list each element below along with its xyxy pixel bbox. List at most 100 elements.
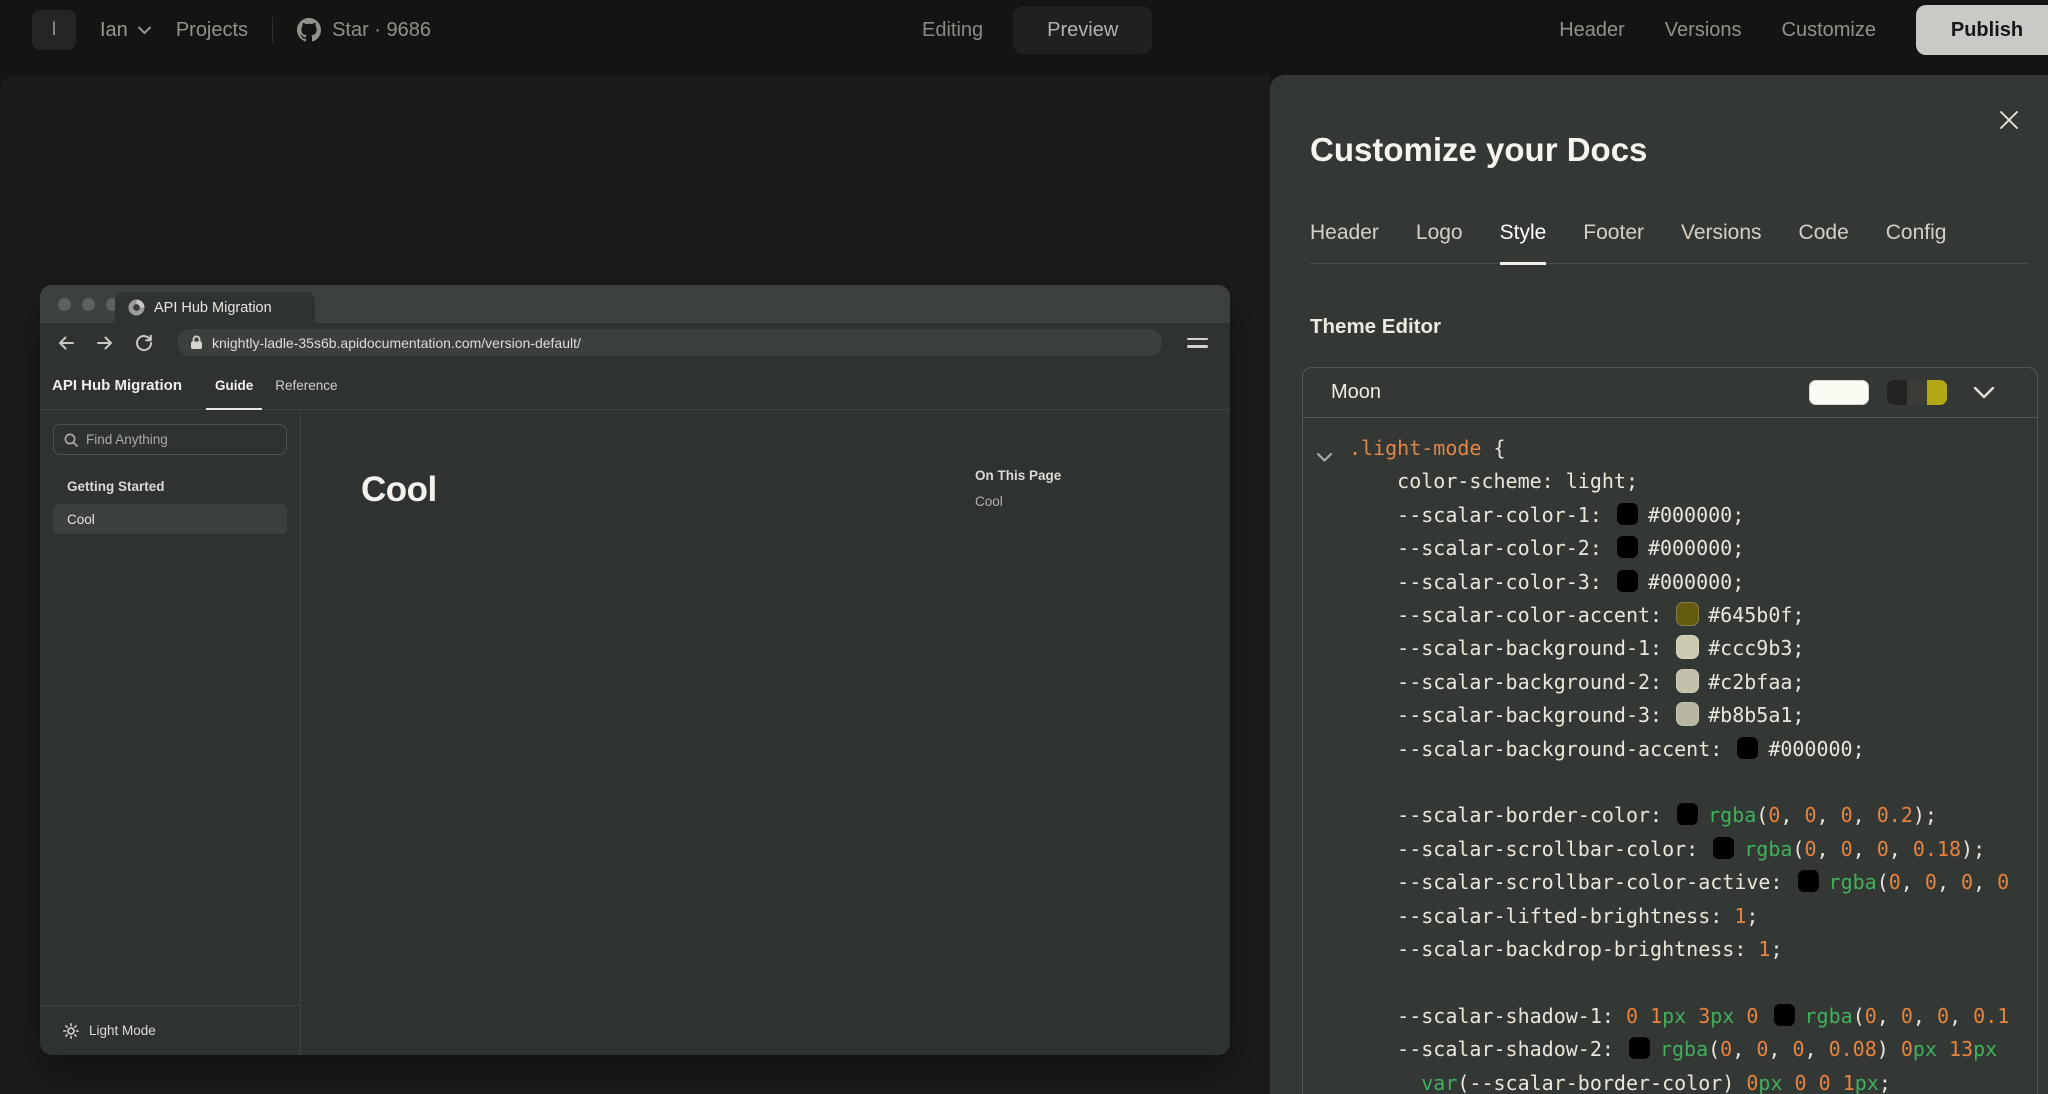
code-token: 0 (1746, 1004, 1758, 1028)
panel-tab-code[interactable]: Code (1799, 221, 1849, 263)
code-token: , (1949, 1004, 1973, 1028)
code-line: --scalar-lifted-brightness: 1; (1349, 900, 2037, 933)
code-token: var (1421, 1071, 1457, 1094)
code-token: rgba (1744, 837, 1792, 861)
nav-versions[interactable]: Versions (1665, 19, 1742, 42)
color-swatch[interactable] (1628, 1036, 1651, 1060)
close-button[interactable] (1994, 105, 2024, 135)
code-line (1349, 966, 2037, 999)
tab-preview[interactable]: Preview (1013, 6, 1152, 54)
theme-select-value: Moon (1331, 381, 1809, 404)
panel-tab-footer[interactable]: Footer (1583, 221, 1644, 263)
docs-sidebar-section: Getting Started (67, 479, 287, 494)
code-token: 0 (1626, 1004, 1638, 1028)
publish-button[interactable]: Publish (1916, 5, 2048, 55)
dark-theme-swatch (1887, 380, 1947, 405)
url-text: knightly-ladle-35s6b.apidocumentation.co… (212, 335, 581, 351)
color-swatch[interactable] (1676, 602, 1699, 626)
code-token: { (1481, 436, 1505, 460)
customize-panel: Customize your Docs HeaderLogoStyleFoote… (1270, 75, 2048, 1094)
code-token: 0 (1841, 803, 1853, 827)
docs-search-input[interactable]: Find Anything (53, 424, 287, 455)
color-swatch[interactable] (1676, 635, 1699, 659)
color-swatch[interactable] (1676, 802, 1699, 826)
code-token: #ccc9b3; (1708, 636, 1804, 660)
light-theme-swatch (1809, 380, 1869, 405)
docs-nav: GuideReference (204, 362, 349, 409)
code-token (1831, 1071, 1843, 1094)
color-swatch[interactable] (1676, 702, 1699, 726)
color-swatch[interactable] (1676, 669, 1699, 693)
code-token: ) (1877, 1037, 1901, 1061)
code-token (1686, 1004, 1698, 1028)
code-token: (--scalar-border-color) (1457, 1071, 1746, 1094)
code-token: 0.18 (1913, 837, 1961, 861)
toc-item[interactable]: Cool (975, 494, 1061, 509)
code-token: ( (1853, 1004, 1865, 1028)
theme-select[interactable]: Moon (1303, 368, 2037, 418)
code-token: #000000; (1768, 737, 1864, 761)
code-token: 0 (1792, 1037, 1804, 1061)
panel-tab-versions[interactable]: Versions (1681, 221, 1762, 263)
code-token: .light-mode (1349, 436, 1481, 460)
code-line: --scalar-background-1: #ccc9b3; (1349, 632, 2037, 665)
code-token (1783, 1071, 1795, 1094)
docs-sidebar-item[interactable]: Cool (53, 504, 287, 534)
color-swatch[interactable] (1616, 502, 1639, 526)
tab-editing[interactable]: Editing (904, 19, 1001, 42)
avatar[interactable]: I (32, 10, 76, 50)
code-token: , (1901, 870, 1925, 894)
docs-nav-reference[interactable]: Reference (264, 362, 348, 409)
code-token: 1 (1734, 904, 1746, 928)
code-token: 0 (1997, 870, 2009, 894)
code-token (1734, 1004, 1746, 1028)
code-token: , (1780, 803, 1804, 827)
code-token: --scalar-border-color: (1349, 803, 1674, 827)
code-token: rgba (1708, 803, 1756, 827)
docs-nav-guide[interactable]: Guide (204, 362, 264, 409)
code-token: 0.1 (1973, 1004, 2009, 1028)
panel-tab-logo[interactable]: Logo (1416, 221, 1463, 263)
code-token: 0 (1877, 837, 1889, 861)
code-token: 1 (1843, 1071, 1855, 1094)
color-swatch[interactable] (1616, 569, 1639, 593)
color-swatch[interactable] (1797, 869, 1820, 893)
code-token: 0 (1937, 1004, 1949, 1028)
color-swatch[interactable] (1736, 736, 1759, 760)
code-token: 0 (1865, 1004, 1877, 1028)
code-token: 0 (1795, 1071, 1807, 1094)
panel-tab-header[interactable]: Header (1310, 221, 1379, 263)
navbar-divider (272, 17, 273, 43)
github-star-button[interactable]: Star · 9686 (297, 18, 431, 42)
theme-toggle-label: Light Mode (89, 1023, 156, 1038)
code-token (1638, 1004, 1650, 1028)
code-token: , (1732, 1037, 1756, 1061)
nav-header[interactable]: Header (1559, 19, 1625, 42)
menu-icon (1187, 338, 1208, 348)
color-swatch[interactable] (1773, 1003, 1796, 1027)
panel-tab-config[interactable]: Config (1886, 221, 1947, 263)
code-token: ( (1792, 837, 1804, 861)
code-token: , (1817, 803, 1841, 827)
nav-projects[interactable]: Projects (176, 19, 248, 42)
color-swatch[interactable] (1712, 836, 1735, 860)
workspace-dropdown[interactable]: Ian (100, 19, 152, 42)
code-token: , (1937, 870, 1961, 894)
code-token: --scalar-background-1: (1349, 636, 1674, 660)
workspace-label: Ian (100, 19, 128, 42)
code-token: ; (1770, 937, 1782, 961)
code-token: #c2bfaa; (1708, 670, 1804, 694)
code-token: , (1973, 870, 1997, 894)
code-token: 0 (1901, 1004, 1913, 1028)
code-token (1937, 1037, 1949, 1061)
nav-customize[interactable]: Customize (1782, 19, 1876, 42)
color-swatch[interactable] (1616, 535, 1639, 559)
fold-chevron-icon[interactable] (1316, 440, 1333, 473)
code-token: 0 (1889, 870, 1901, 894)
code-token: #645b0f; (1708, 603, 1804, 627)
css-code-editor[interactable]: .light-mode { color-scheme: light; --sca… (1303, 418, 2037, 1094)
theme-toggle[interactable]: Light Mode (40, 1005, 300, 1055)
panel-tab-style[interactable]: Style (1500, 221, 1547, 265)
code-token: 0.08 (1829, 1037, 1877, 1061)
chevron-down-icon (137, 25, 152, 35)
